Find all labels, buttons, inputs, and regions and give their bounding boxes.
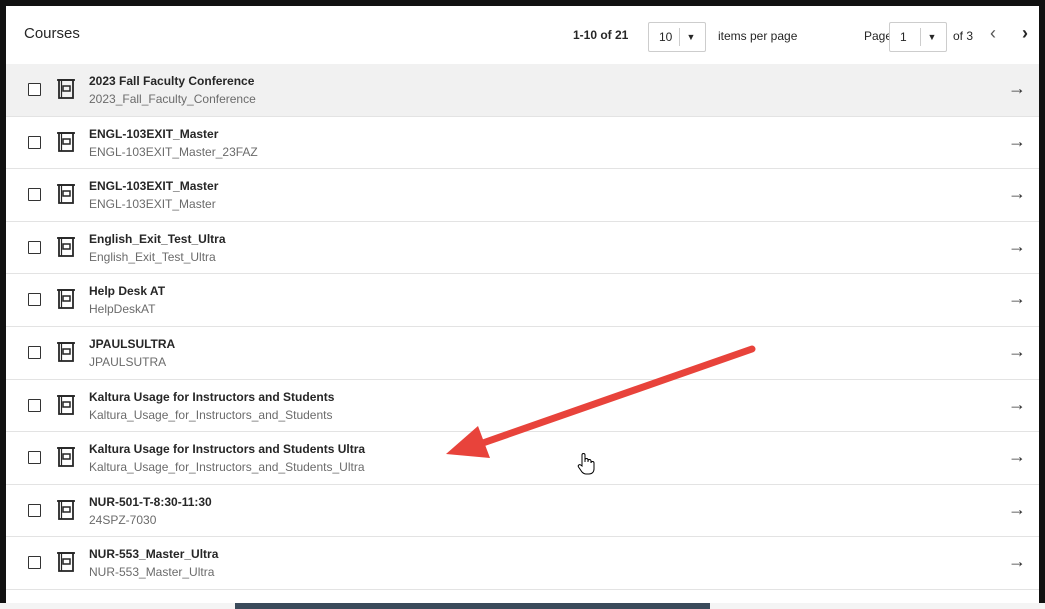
arrow-right-icon[interactable]: → <box>1007 78 1027 99</box>
course-title[interactable]: NUR-501-T-8:30-11:30 <box>89 495 212 509</box>
course-list: 2023 Fall Faculty Conference 2023_Fall_Fa… <box>6 64 1039 590</box>
course-book-icon <box>57 131 75 152</box>
caret-down-icon: ▼ <box>927 32 937 42</box>
hand-pointer-icon <box>577 453 595 475</box>
items-per-page-label: items per page <box>718 29 798 43</box>
page-number-select[interactable]: 1 ▼ <box>889 22 947 52</box>
course-id: ENGL-103EXIT_Master_23FAZ <box>89 144 258 159</box>
page-number-value: 1 <box>900 30 907 44</box>
course-row[interactable]: Kaltura Usage for Instructors and Studen… <box>6 379 1039 433</box>
next-page-button[interactable]: › <box>1017 23 1033 44</box>
course-book-icon <box>57 79 75 99</box>
arrow-right-icon[interactable]: → <box>1007 288 1027 309</box>
course-checkbox[interactable] <box>28 240 41 254</box>
course-row[interactable]: ENGL-103EXIT_Master ENGL-103EXIT_Master_2… <box>6 116 1039 170</box>
arrow-right-icon[interactable]: → <box>1007 183 1027 204</box>
arrow-right-icon[interactable]: → <box>1007 394 1027 415</box>
page-total-label: of 3 <box>953 29 974 43</box>
course-id: English_Exit_Test_Ultra <box>89 249 216 264</box>
course-checkbox[interactable] <box>28 556 41 570</box>
courses-header: Courses 1-10 of 21 10 ▼ items per page P… <box>6 6 1039 64</box>
course-id: 24SPZ-7030 <box>89 512 157 527</box>
course-checkbox[interactable] <box>28 503 41 517</box>
course-row[interactable]: English_Exit_Test_Ultra English_Exit_Test… <box>6 221 1039 275</box>
course-row[interactable]: 2023 Fall Faculty Conference 2023_Fall_Fa… <box>6 64 1039 117</box>
caret-down-icon: ▼ <box>686 32 696 42</box>
arrow-right-icon[interactable]: → <box>1007 446 1027 467</box>
arrow-right-icon[interactable]: → <box>1007 551 1027 572</box>
course-checkbox[interactable] <box>28 398 41 412</box>
arrow-right-icon[interactable]: → <box>1007 499 1027 520</box>
course-id: ENGL-103EXIT_Master <box>89 197 216 212</box>
course-row[interactable]: JPAULSULTRA JPAULSUTRA → <box>6 326 1039 380</box>
course-book-icon <box>57 184 75 205</box>
course-book-icon <box>57 447 75 468</box>
course-checkbox[interactable] <box>28 135 41 149</box>
course-book-icon <box>57 499 75 520</box>
course-checkbox[interactable] <box>28 345 41 359</box>
page-label: Page <box>864 29 893 43</box>
course-checkbox[interactable] <box>28 188 41 202</box>
page-title: Courses <box>24 25 80 42</box>
course-checkbox[interactable] <box>28 83 41 96</box>
course-book-icon <box>57 342 75 362</box>
course-title[interactable]: Help Desk AT <box>89 284 165 298</box>
course-book-icon <box>57 394 75 415</box>
course-row[interactable]: NUR-501-T-8:30-11:30 24SPZ-7030 → <box>6 484 1039 538</box>
course-id: 2023_Fall_Faculty_Conference <box>89 92 256 106</box>
items-per-page-value: 10 <box>659 30 673 44</box>
course-id: HelpDeskAT <box>89 302 156 317</box>
course-id: Kaltura_Usage_for_Instructors_and_Studen… <box>89 407 333 422</box>
pagination-range: 1-10 of 21 <box>573 28 629 42</box>
bottom-strip <box>0 603 1045 609</box>
course-title[interactable]: NUR-553_Master_Ultra <box>89 547 218 561</box>
course-row[interactable]: Help Desk AT HelpDeskAT → <box>6 274 1039 327</box>
course-id: NUR-553_Master_Ultra <box>89 565 215 580</box>
course-title[interactable]: 2023 Fall Faculty Conference <box>89 74 254 88</box>
course-id: Kaltura_Usage_for_Instructors_and_Studen… <box>89 460 365 475</box>
course-title[interactable]: ENGL-103EXIT_Master <box>89 127 218 141</box>
course-book-icon <box>57 552 75 573</box>
course-title[interactable]: Kaltura Usage for Instructors and Studen… <box>89 442 365 456</box>
course-checkbox[interactable] <box>28 293 41 307</box>
arrow-right-icon[interactable]: → <box>1007 236 1027 257</box>
items-per-page-select[interactable]: 10 ▼ <box>648 22 706 52</box>
course-book-icon <box>57 236 75 257</box>
course-title[interactable]: English_Exit_Test_Ultra <box>89 232 226 246</box>
course-row[interactable]: NUR-553_Master_Ultra NUR-553_Master_Ultra… <box>6 537 1039 590</box>
arrow-right-icon[interactable]: → <box>1007 341 1027 362</box>
course-title[interactable]: JPAULSULTRA <box>89 337 175 351</box>
course-id: JPAULSUTRA <box>89 354 167 369</box>
course-row[interactable]: ENGL-103EXIT_Master ENGL-103EXIT_Master → <box>6 169 1039 222</box>
course-title[interactable]: ENGL-103EXIT_Master <box>89 179 218 193</box>
course-row[interactable]: Kaltura Usage for Instructors and Studen… <box>6 432 1039 485</box>
previous-page-button[interactable]: ‹ <box>985 23 1001 44</box>
arrow-right-icon[interactable]: → <box>1007 131 1027 152</box>
course-title[interactable]: Kaltura Usage for Instructors and Studen… <box>89 390 334 404</box>
course-checkbox[interactable] <box>28 451 41 465</box>
course-book-icon <box>57 289 75 310</box>
